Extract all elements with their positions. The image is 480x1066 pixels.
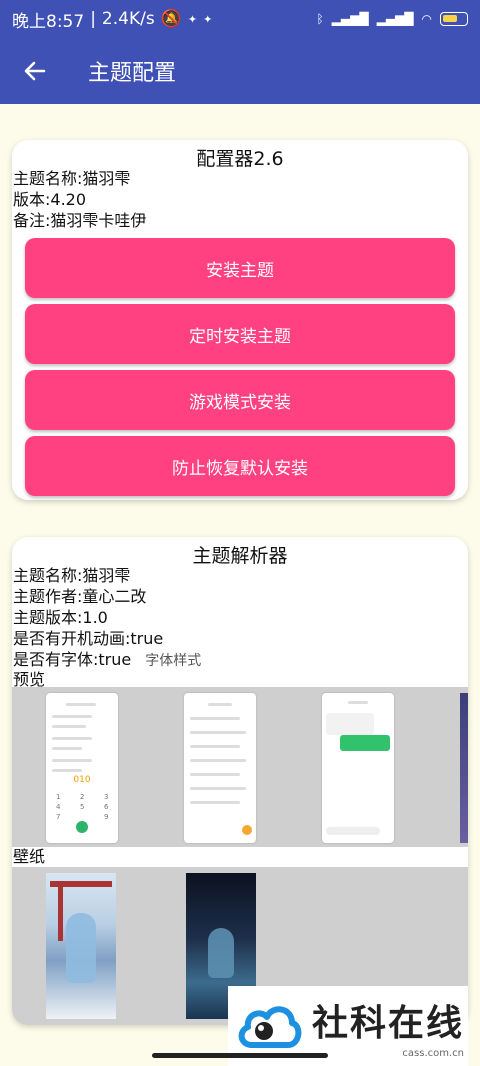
parser-boot-animation: 是否有开机动画:true	[13, 629, 164, 648]
parser-theme-author: 主题作者:童心二改	[13, 587, 147, 606]
parser-title: 主题解析器	[192, 545, 288, 567]
status-time: 晚上8:57	[12, 11, 85, 32]
signal-icon: ▂▄▆█	[331, 12, 369, 26]
signal-icon: ▂▄▆█	[376, 12, 414, 26]
preview-dialer[interactable]: 010 123 456 79	[46, 693, 118, 843]
preview-gallery[interactable]: 010 123 456 79	[12, 687, 468, 849]
preview-chat[interactable]	[322, 693, 394, 843]
parser-theme-version: 主题版本:1.0	[13, 608, 108, 627]
parser-font: 是否有字体:true 字体样式	[12, 649, 468, 670]
notification-icon: ✦	[203, 12, 213, 26]
compose-icon	[242, 825, 252, 835]
home-indicator[interactable]	[152, 1053, 328, 1058]
theme-note: 备注:猫羽雫卡哇伊	[13, 211, 147, 230]
scheduled-install-button[interactable]: 定时安装主题	[25, 304, 455, 364]
battery-icon	[440, 12, 468, 26]
install-theme-button[interactable]: 安装主题	[25, 238, 455, 298]
theme-version: 版本:4.20	[13, 190, 87, 209]
wallpaper-label: 壁纸	[12, 847, 468, 867]
status-bar: 晚上8:57 | 2.4K/s 🔕 ✦ ✦ ᛒ ▂▄▆█ ▂▄▆█ ◠	[0, 0, 480, 38]
back-button[interactable]	[0, 38, 70, 104]
parser-card: 主题解析器 主题名称:猫羽雫 主题作者:童心二改 主题版本:1.0 是否有开机动…	[12, 537, 468, 1025]
prevent-restore-install-button[interactable]: 防止恢复默认安装	[25, 436, 455, 496]
page-title: 主题配置	[88, 61, 177, 86]
parser-font-value: 是否有字体:true	[13, 650, 132, 669]
notification-icon: ✦	[187, 12, 198, 26]
theme-name: 主题名称:猫羽雫	[13, 169, 131, 188]
watermark-url: cass.com.cn	[402, 1047, 465, 1059]
preview-messages[interactable]	[184, 693, 256, 843]
configurator-title: 配置器2.6	[196, 148, 284, 170]
watermark-title: 社科在线	[312, 1002, 465, 1044]
arrow-left-icon	[24, 61, 46, 81]
game-mode-install-button[interactable]: 游戏模式安装	[25, 370, 455, 430]
call-icon	[76, 821, 88, 833]
wifi-icon: ◠	[421, 12, 432, 26]
bluetooth-icon: ᛒ	[316, 12, 324, 26]
app-bar: 主题配置	[0, 38, 480, 104]
parser-theme-name: 主题名称:猫羽雫	[13, 566, 131, 585]
mute-icon: 🔕	[160, 9, 182, 29]
dial-number: 010	[73, 775, 91, 785]
status-speed: 2.4K/s	[101, 9, 155, 29]
font-sample: 字体样式	[145, 653, 202, 669]
configurator-card: 配置器2.6 主题名称:猫羽雫 版本:4.20 备注:猫羽雫卡哇伊 安装主题 定…	[12, 140, 468, 500]
cloud-logo-icon	[234, 991, 304, 1061]
wallpaper-1[interactable]	[46, 873, 116, 1019]
